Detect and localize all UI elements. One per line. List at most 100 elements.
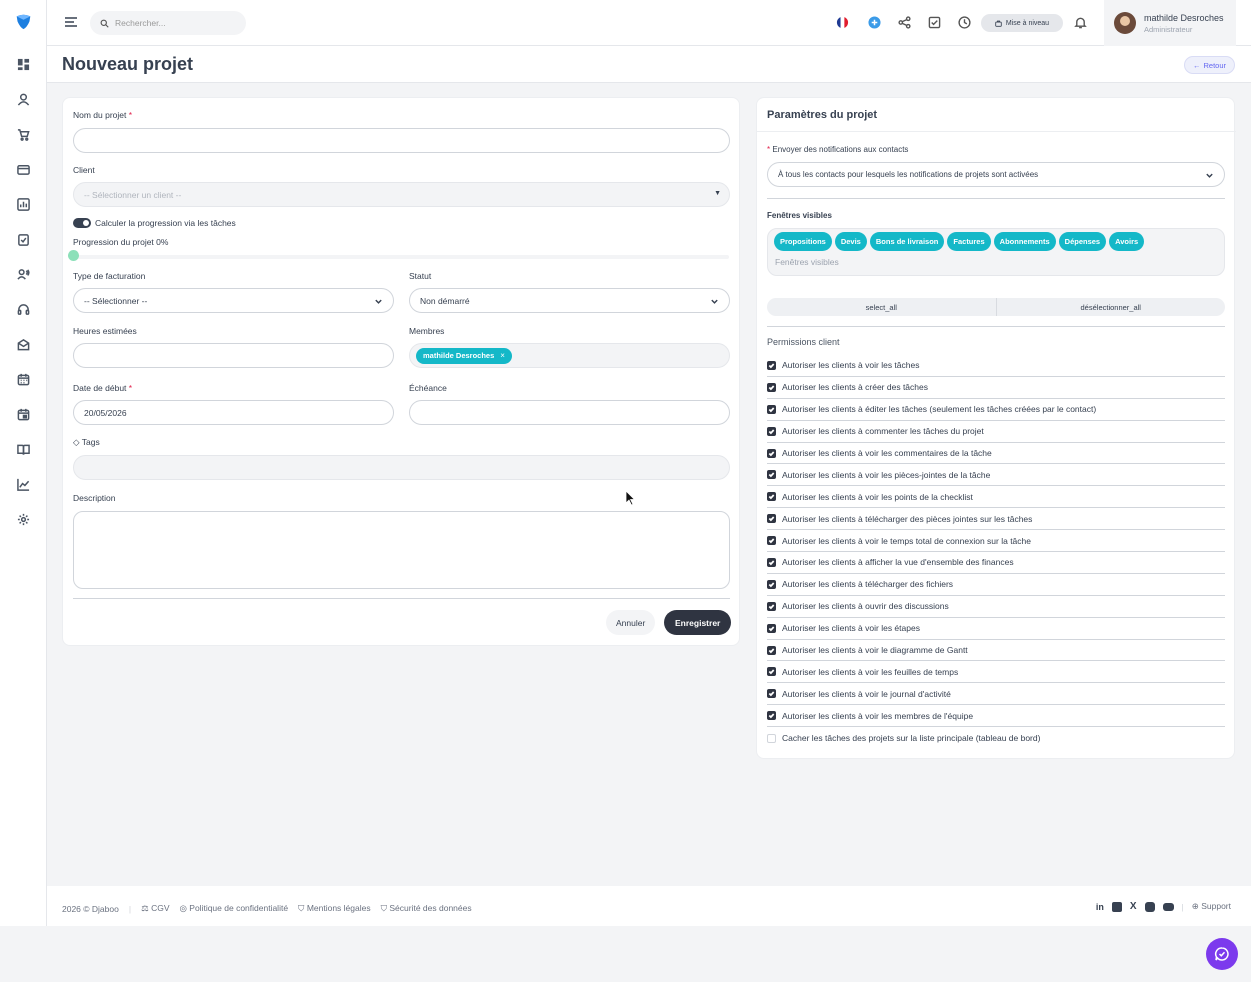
permission-checkbox[interactable] xyxy=(767,601,776,611)
report-icon[interactable] xyxy=(16,197,30,211)
support-link[interactable]: ⊕ Support xyxy=(1192,901,1231,912)
start-date-input[interactable]: 20/05/2026 xyxy=(73,400,394,425)
permission-row[interactable]: Autoriser les clients à voir les feuille… xyxy=(767,661,1225,684)
permission-checkbox[interactable] xyxy=(767,711,776,721)
x-twitter-icon[interactable]: X xyxy=(1130,901,1137,912)
permission-row[interactable]: Autoriser les clients à voir les étapes xyxy=(767,618,1225,640)
permission-row[interactable]: Autoriser les clients à afficher la vue … xyxy=(767,552,1225,574)
permission-row[interactable]: Autoriser les clients à voir les membres… xyxy=(767,705,1225,728)
legal-link[interactable]: ⛉ Mentions légales xyxy=(298,903,371,914)
wallet-icon[interactable] xyxy=(16,162,30,176)
tags-input[interactable] xyxy=(73,455,730,480)
permission-row[interactable]: Autoriser les clients à télécharger des … xyxy=(767,508,1225,531)
chat-widget-button[interactable] xyxy=(1206,938,1238,970)
youtube-icon[interactable] xyxy=(1162,902,1174,911)
menu-toggle-icon[interactable] xyxy=(64,15,78,29)
visible-chip-avoirs[interactable]: Avoirs xyxy=(1109,232,1145,251)
permission-row[interactable]: Autoriser les clients à voir le journal … xyxy=(767,683,1225,706)
project-name-input[interactable] xyxy=(73,128,730,153)
permission-row[interactable]: Cacher les tâches des projets sur la lis… xyxy=(767,727,1225,749)
analytics-icon[interactable] xyxy=(16,477,30,491)
user-profile[interactable]: mathilde Desroches Administrateur xyxy=(1104,0,1236,46)
user-icon[interactable] xyxy=(16,92,30,106)
add-icon[interactable] xyxy=(867,15,881,29)
permission-checkbox[interactable] xyxy=(767,733,776,743)
status-select[interactable]: Non démarré xyxy=(409,288,730,313)
dashboard-icon[interactable] xyxy=(16,57,30,71)
visible-chip-bons-livraison[interactable]: Bons de livraison xyxy=(869,232,945,251)
permission-checkbox[interactable] xyxy=(767,492,776,502)
cart-icon[interactable] xyxy=(16,127,30,141)
permission-checkbox[interactable] xyxy=(767,557,776,567)
permission-row[interactable]: Autoriser les clients à voir le diagramm… xyxy=(767,640,1225,662)
select-all-button[interactable]: select_all xyxy=(767,298,997,316)
back-button[interactable]: ← Retour xyxy=(1183,56,1235,74)
notify-select[interactable]: À tous les contacts pour lesquels les no… xyxy=(767,162,1225,187)
share-icon[interactable] xyxy=(897,15,911,29)
permission-checkbox[interactable] xyxy=(767,382,776,392)
permission-row[interactable]: Autoriser les clients à voir les pièces-… xyxy=(767,464,1225,487)
bell-icon[interactable] xyxy=(1073,15,1087,29)
permission-row[interactable]: Autoriser les clients à voir les comment… xyxy=(767,443,1225,465)
permission-checkbox[interactable] xyxy=(767,514,776,524)
event-icon[interactable] xyxy=(16,407,30,421)
visible-chip-devis[interactable]: Devis xyxy=(834,232,867,251)
progress-toggle[interactable] xyxy=(73,218,91,228)
save-button[interactable]: Enregistrer xyxy=(664,610,732,635)
close-icon[interactable]: × xyxy=(500,351,505,360)
french-flag-icon[interactable] xyxy=(835,15,849,29)
privacy-link[interactable]: ◎ Politique de confidentialité xyxy=(179,903,288,914)
search-bar[interactable] xyxy=(90,11,246,35)
contacts-icon[interactable] xyxy=(16,267,30,281)
members-select[interactable]: mathilde Desroches × xyxy=(409,343,730,368)
client-select[interactable]: -- Sélectionner un client -- ▼ xyxy=(73,182,730,207)
permission-row[interactable]: Autoriser les clients à commenter les tâ… xyxy=(767,421,1225,443)
deselect-all-button[interactable]: désélectionner_all xyxy=(997,298,1226,316)
permission-checkbox[interactable] xyxy=(767,689,776,699)
settings-icon[interactable] xyxy=(16,512,30,526)
permission-checkbox[interactable] xyxy=(767,623,776,633)
permission-checkbox[interactable] xyxy=(767,667,776,677)
visible-chip-propositions[interactable]: Propositions xyxy=(774,232,832,251)
permission-row[interactable]: Autoriser les clients à éditer les tâche… xyxy=(767,399,1225,421)
app-logo-icon[interactable] xyxy=(15,13,32,30)
tasks-icon[interactable] xyxy=(16,232,30,246)
security-link[interactable]: ⛉ Sécurité des données xyxy=(381,903,472,914)
clock-icon[interactable] xyxy=(957,15,971,29)
support-icon[interactable] xyxy=(16,302,30,316)
permission-checkbox[interactable] xyxy=(767,360,776,370)
permission-row[interactable]: Autoriser les clients à télécharger des … xyxy=(767,574,1225,596)
permission-checkbox[interactable] xyxy=(767,426,776,436)
hours-input[interactable] xyxy=(73,343,394,368)
visible-chip-abonnements[interactable]: Abonnements xyxy=(993,232,1056,251)
visible-chip-factures[interactable]: Factures xyxy=(947,232,991,251)
permission-row[interactable]: Autoriser les clients à voir les points … xyxy=(767,486,1225,509)
search-input[interactable] xyxy=(115,18,235,28)
permission-checkbox[interactable] xyxy=(767,579,776,589)
deadline-input[interactable] xyxy=(409,400,730,425)
permission-row[interactable]: Autoriser les clients à voir le temps to… xyxy=(767,530,1225,553)
instagram-icon[interactable] xyxy=(1144,901,1155,912)
member-chip[interactable]: mathilde Desroches × xyxy=(416,347,512,364)
permission-checkbox[interactable] xyxy=(767,645,776,655)
permission-checkbox[interactable] xyxy=(767,404,776,414)
permission-row[interactable]: Autoriser les clients à voir les tâches xyxy=(767,355,1225,377)
permission-checkbox[interactable] xyxy=(767,470,776,480)
checklist-icon[interactable] xyxy=(927,15,941,29)
mail-icon[interactable] xyxy=(16,337,30,351)
cancel-button[interactable]: Annuler xyxy=(606,610,656,635)
upgrade-button[interactable]: Mise à niveau xyxy=(981,14,1063,32)
visible-windows-select[interactable]: Propositions Devis Bons de livraison Fac… xyxy=(767,228,1225,276)
permission-row[interactable]: Autoriser les clients à créer des tâches xyxy=(767,377,1225,399)
cgv-link[interactable]: ⚖ CGV xyxy=(141,903,169,914)
calendar-icon[interactable] xyxy=(16,372,30,386)
linkedin-icon[interactable]: in xyxy=(1096,902,1104,912)
permission-checkbox[interactable] xyxy=(767,536,776,546)
progress-slider-handle[interactable] xyxy=(68,250,79,261)
permission-row[interactable]: Autoriser les clients à ouvrir des discu… xyxy=(767,596,1225,618)
facebook-icon[interactable] xyxy=(1111,901,1122,912)
book-icon[interactable] xyxy=(16,442,30,456)
permission-checkbox[interactable] xyxy=(767,448,776,458)
description-textarea[interactable] xyxy=(73,511,730,589)
billing-select[interactable]: -- Sélectionner -- xyxy=(73,288,394,313)
